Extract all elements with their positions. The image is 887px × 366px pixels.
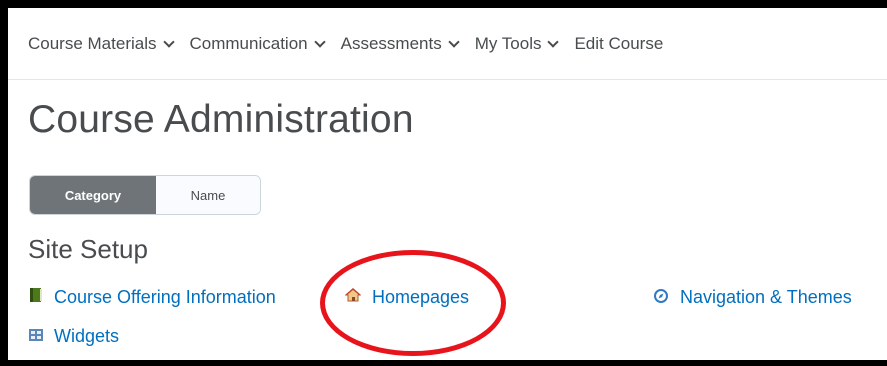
section-heading-site-setup: Site Setup xyxy=(28,234,148,264)
course-offering-information-label: Course Offering Information xyxy=(54,287,276,307)
widgets-label: Widgets xyxy=(54,326,120,346)
course-offering-information-link[interactable]: Course Offering Information xyxy=(29,287,276,308)
app-window: Course Materials Communication Assessmen… xyxy=(8,8,887,360)
view-toggle: Category Name xyxy=(29,175,261,215)
green-book-icon xyxy=(29,287,43,308)
chevron-down-icon xyxy=(162,35,175,48)
nav-communication[interactable]: Communication xyxy=(189,33,326,54)
house-icon xyxy=(344,287,362,308)
nav-assessments-label: Assessments xyxy=(340,33,442,53)
category-view-button[interactable]: Category xyxy=(30,176,156,214)
navigation-themes-label: Navigation & Themes xyxy=(680,287,852,307)
homepages-label: Homepages xyxy=(372,287,470,307)
page-title: Course Administration xyxy=(28,98,414,141)
nav-my-tools-label: My Tools xyxy=(474,33,542,53)
nav-course-materials[interactable]: Course Materials xyxy=(28,33,175,54)
nav-edit-course[interactable]: Edit Course xyxy=(574,34,663,54)
nav-edit-course-label: Edit Course xyxy=(574,33,664,53)
nav-my-tools[interactable]: My Tools xyxy=(474,33,560,54)
nav-assessments[interactable]: Assessments xyxy=(340,33,460,54)
widget-grid-icon xyxy=(29,326,43,347)
chevron-down-icon xyxy=(313,35,326,48)
compass-icon xyxy=(653,287,669,308)
course-navbar: Course Materials Communication Assessmen… xyxy=(8,8,887,80)
chevron-down-icon xyxy=(547,35,560,48)
navigation-themes-link[interactable]: Navigation & Themes xyxy=(653,287,852,308)
homepages-link[interactable]: Homepages xyxy=(344,287,470,308)
widgets-link[interactable]: Widgets xyxy=(29,326,119,347)
nav-course-materials-label: Course Materials xyxy=(28,33,157,53)
chevron-down-icon xyxy=(448,35,460,48)
nav-communication-label: Communication xyxy=(189,33,308,53)
name-view-button[interactable]: Name xyxy=(156,176,260,214)
